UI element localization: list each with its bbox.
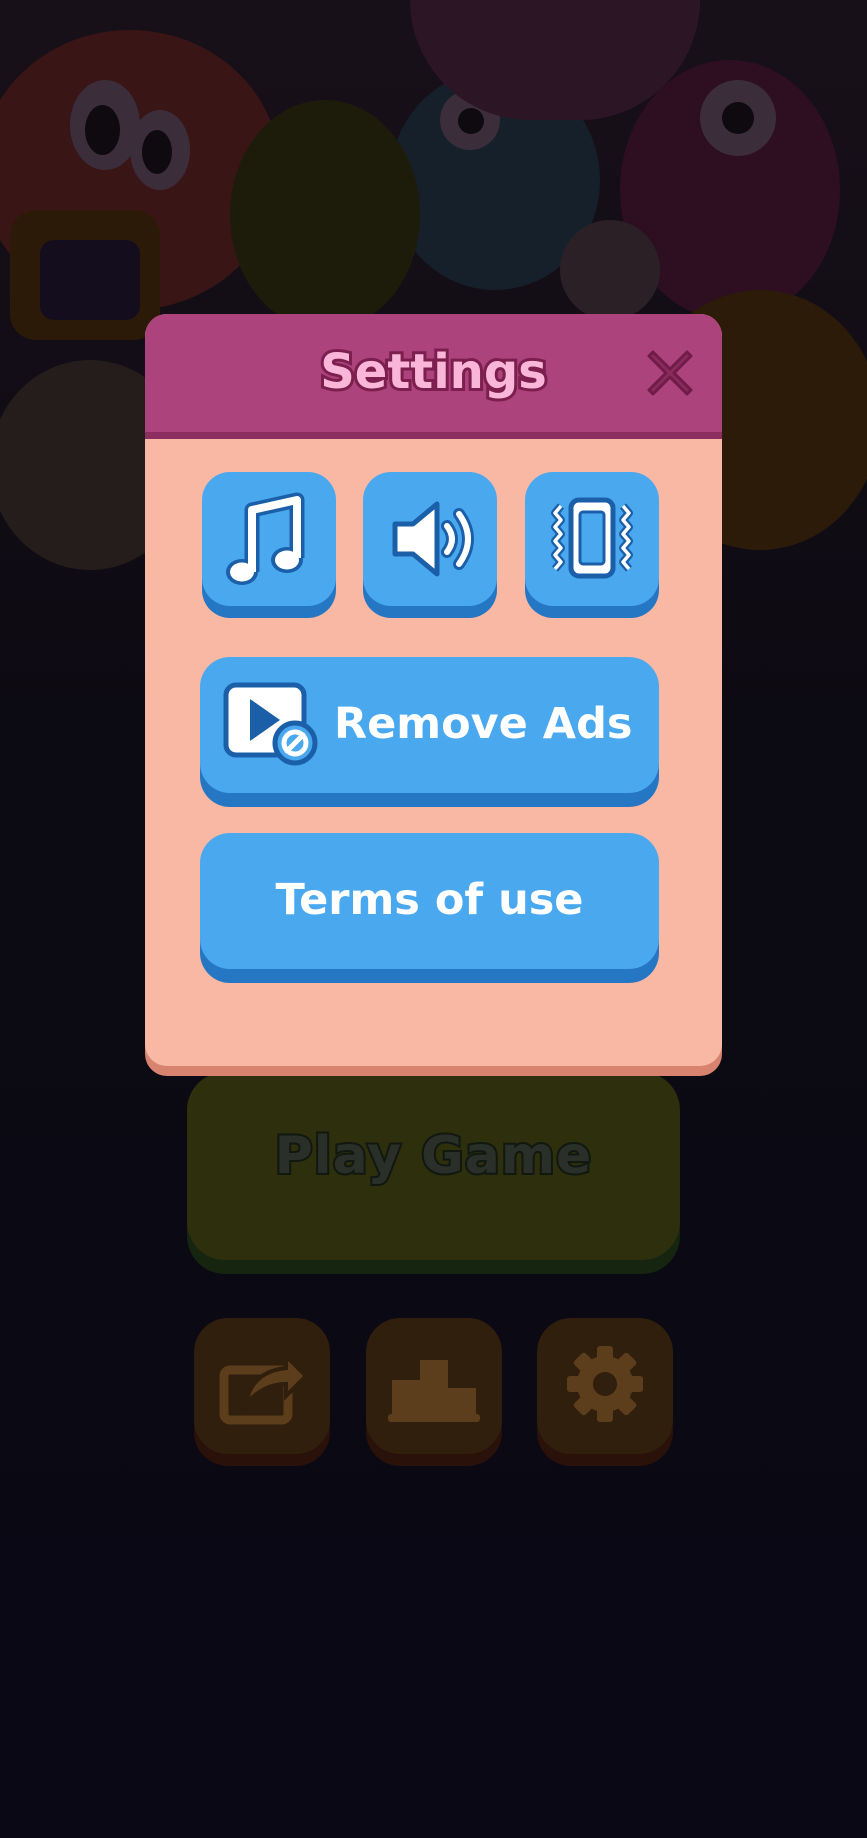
phone-vibrate-icon — [551, 497, 633, 579]
settings-title: Settings — [317, 341, 550, 403]
gear-icon — [567, 1346, 643, 1422]
terms-of-use-label: Terms of use — [275, 875, 584, 925]
play-game-label: Play Game — [273, 1124, 594, 1188]
podium-icon — [388, 1360, 480, 1422]
share-button[interactable] — [194, 1318, 330, 1454]
settings-button[interactable] — [537, 1318, 673, 1454]
play-game-button[interactable]: Play Game — [187, 1072, 680, 1260]
no-ads-icon — [223, 682, 318, 766]
settings-modal: Settings Remove Ads Terms of use — [145, 314, 722, 1066]
speaker-icon — [392, 501, 474, 577]
sound-toggle-button[interactable] — [363, 472, 497, 606]
share-icon — [219, 1351, 309, 1425]
remove-ads-button[interactable]: Remove Ads — [200, 657, 659, 793]
music-toggle-button[interactable] — [202, 472, 336, 606]
close-button[interactable] — [645, 348, 695, 398]
terms-of-use-button[interactable]: Terms of use — [200, 833, 659, 969]
vibration-toggle-button[interactable] — [525, 472, 659, 606]
music-note-icon — [226, 492, 305, 585]
remove-ads-label: Remove Ads — [334, 699, 633, 749]
leaderboard-button[interactable] — [366, 1318, 502, 1454]
close-x-icon — [647, 350, 693, 396]
game-screen: Play Game Settings Remove Ads Terms of u… — [0, 0, 867, 1838]
settings-modal-header: Settings — [145, 314, 722, 439]
